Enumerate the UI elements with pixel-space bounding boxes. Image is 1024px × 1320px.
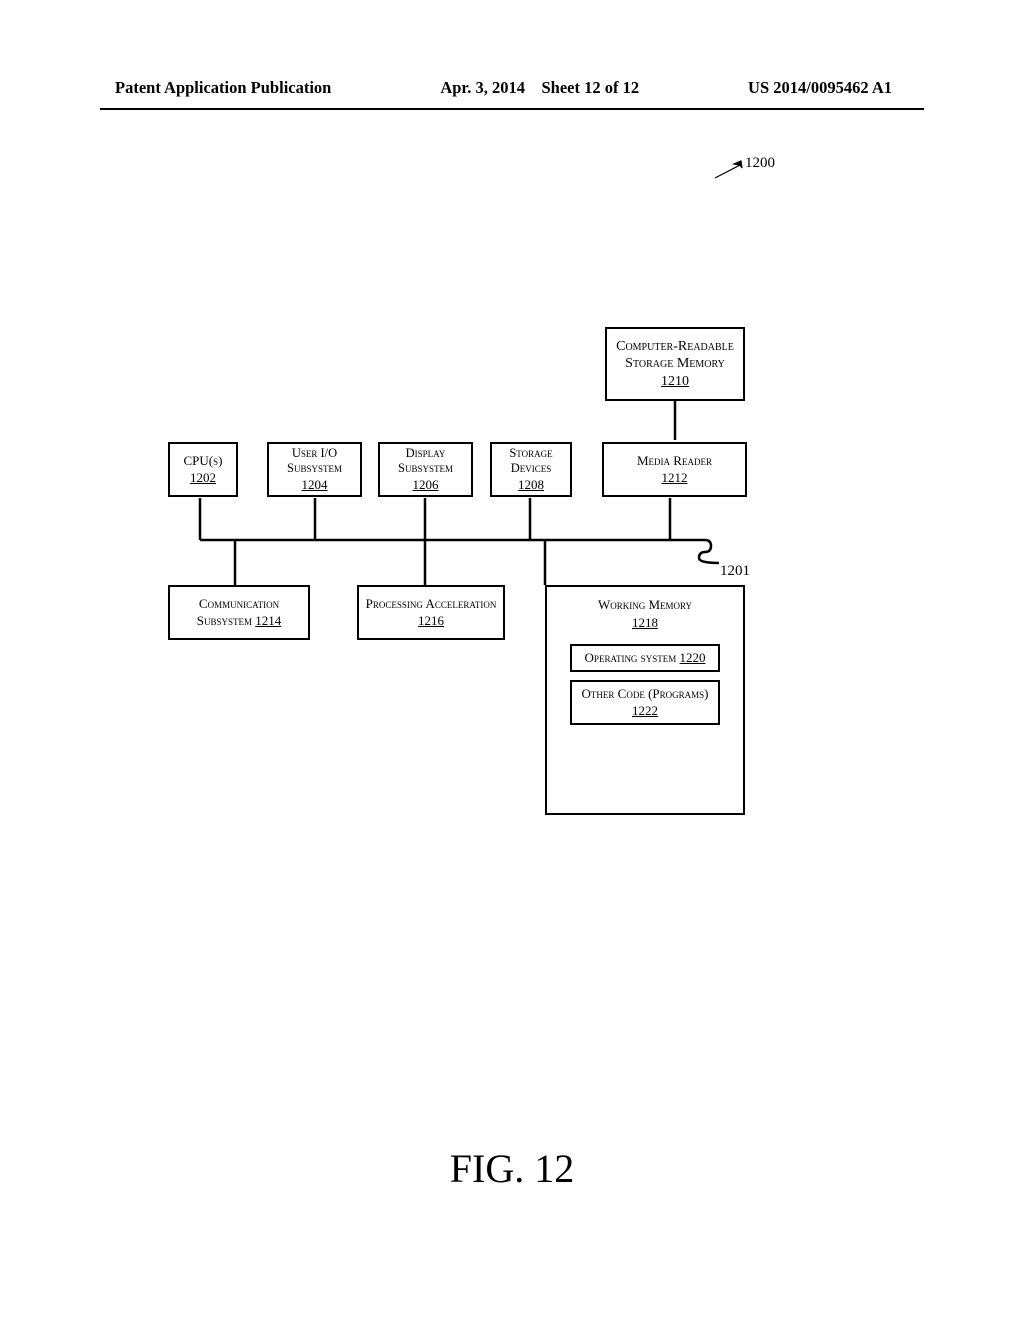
block-cpu: CPU(s) 1202	[168, 442, 238, 497]
block-disp-label: Display Subsystem	[386, 446, 465, 477]
block-other: Other Code (Programs) 1222	[570, 680, 720, 725]
block-comm: Communication Subsystem 1214	[168, 585, 310, 640]
block-wmem-label: Working Memory	[598, 597, 692, 612]
figure-caption: FIG. 12	[0, 1145, 1024, 1192]
block-os-ref: 1220	[679, 650, 705, 665]
block-comm-ref: 1214	[255, 613, 281, 628]
block-crsm-label: Computer-Readable Storage Memory	[613, 338, 737, 373]
block-paccel-label: Processing Acceleration	[366, 596, 497, 611]
block-mread: Media Reader 1212	[602, 442, 747, 497]
page: Patent Application Publication Apr. 3, 2…	[0, 0, 1024, 1320]
block-mread-label: Media Reader	[637, 453, 712, 469]
block-mread-ref: 1212	[662, 470, 688, 486]
block-crsm: Computer-Readable Storage Memory 1210	[605, 327, 745, 401]
block-paccel: Processing Acceleration 1216	[357, 585, 505, 640]
bus-ref-label: 1201	[720, 563, 750, 580]
block-uio: User I/O Subsystem 1204	[267, 442, 362, 497]
block-stor: Storage Devices 1208	[490, 442, 572, 497]
connector-lines	[0, 0, 1024, 1320]
block-os: Operating system 1220	[570, 644, 720, 672]
block-os-label: Operating system	[585, 650, 677, 665]
block-disp: Display Subsystem 1206	[378, 442, 473, 497]
block-other-ref: 1222	[632, 703, 658, 718]
block-wmem-ref: 1218	[632, 615, 658, 630]
block-uio-label: User I/O Subsystem	[275, 446, 354, 477]
block-disp-ref: 1206	[413, 477, 439, 493]
block-wmem: Working Memory 1218 Operating system 122…	[545, 585, 745, 815]
block-paccel-ref: 1216	[418, 613, 444, 628]
block-uio-ref: 1204	[302, 477, 328, 493]
block-other-label: Other Code (Programs)	[582, 686, 709, 701]
block-crsm-ref: 1210	[661, 373, 689, 391]
figure-ref-label: 1200	[745, 155, 775, 172]
block-cpu-label: CPU(s)	[184, 453, 223, 469]
block-cpu-ref: 1202	[190, 470, 216, 486]
block-stor-label: Storage Devices	[498, 446, 564, 477]
block-stor-ref: 1208	[518, 477, 544, 493]
